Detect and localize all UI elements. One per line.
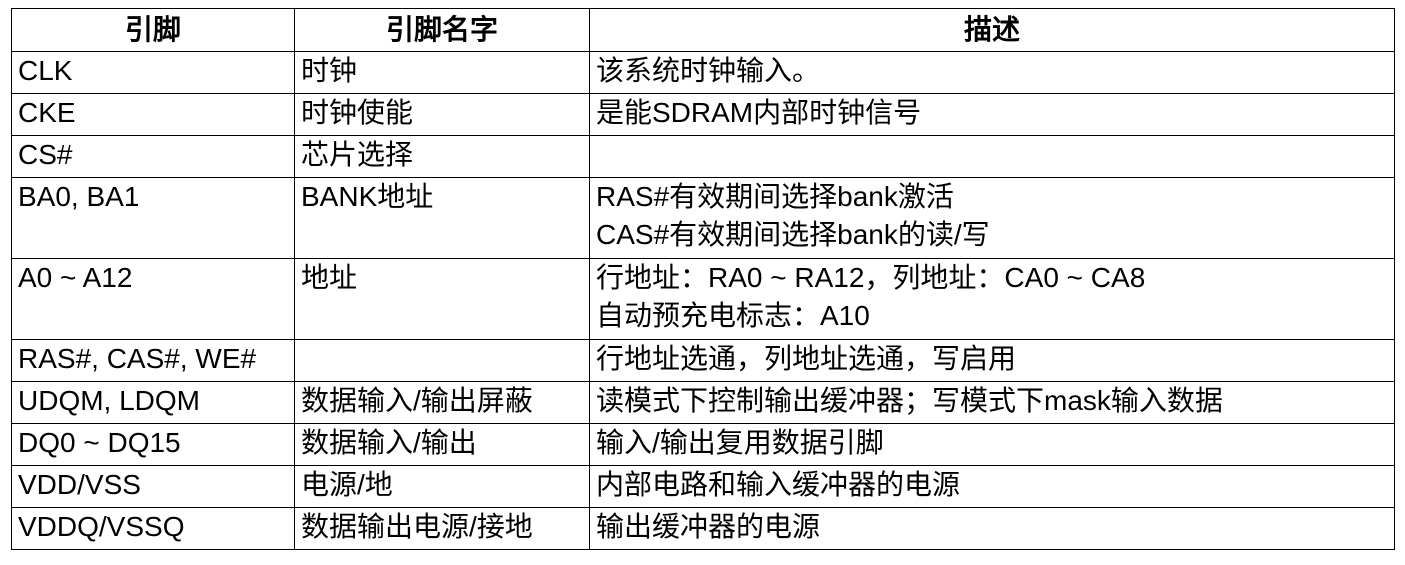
description-cell: 输入/输出复用数据引脚 <box>589 423 1395 466</box>
table-row: CKE 时钟使能 是能SDRAM内部时钟信号 <box>11 93 1395 136</box>
header-pin: 引脚 <box>11 8 295 52</box>
description-line: 行地址：RA0 ~ RA12，列地址：CA0 ~ CA8 <box>596 262 1146 293</box>
pin-cell: BA0, BA1 <box>11 177 295 259</box>
pin-name-cell: BANK地址 <box>294 177 590 259</box>
description-cell: 该系统时钟输入。 <box>589 51 1395 94</box>
table-row: VDDQ/VSSQ 数据输出电源/接地 输出缓冲器的电源 <box>11 507 1395 550</box>
table-row: VDD/VSS 电源/地 内部电路和输入缓冲器的电源 <box>11 465 1395 508</box>
description-line: 行地址选通，列地址选通，写启用 <box>596 343 1017 374</box>
table-body: CLK 时钟 该系统时钟输入。 CKE 时钟使能 是能SDRAM内部时钟信号 C… <box>11 51 1395 550</box>
pin-cell: A0 ~ A12 <box>11 258 295 340</box>
description-line: 自动预充电标志：A10 <box>596 300 870 331</box>
table-header: 引脚 引脚名字 描述 <box>11 8 1395 52</box>
description-cell: 读模式下控制输出缓冲器；写模式下mask输入数据 <box>589 381 1395 424</box>
pin-description-table: 引脚 引脚名字 描述 CLK 时钟 该系统时钟输入。 CKE 时钟使能 是能SD… <box>11 8 1395 550</box>
table-row: DQ0 ~ DQ15 数据输入/输出 输入/输出复用数据引脚 <box>11 423 1395 466</box>
description-cell: 内部电路和输入缓冲器的电源 <box>589 465 1395 508</box>
description-cell: 行地址选通，列地址选通，写启用 <box>589 339 1395 382</box>
description-line: 是能SDRAM内部时钟信号 <box>596 97 922 128</box>
pin-name-cell: 数据输出电源/接地 <box>294 507 590 550</box>
table-row: A0 ~ A12 地址 行地址：RA0 ~ RA12，列地址：CA0 ~ CA8… <box>11 258 1395 340</box>
pin-name-cell: 芯片选择 <box>294 135 590 178</box>
header-description: 描述 <box>589 8 1395 52</box>
table-row: BA0, BA1 BANK地址 RAS#有效期间选择bank激活 CAS#有效期… <box>11 177 1395 259</box>
table-row: CS# 芯片选择 <box>11 135 1395 178</box>
header-row: 引脚 引脚名字 描述 <box>11 8 1395 52</box>
description-cell: 输出缓冲器的电源 <box>589 507 1395 550</box>
pin-cell: DQ0 ~ DQ15 <box>11 423 295 466</box>
pin-name-cell: 时钟使能 <box>294 93 590 136</box>
description-line: 该系统时钟输入。 <box>596 55 821 86</box>
description-cell: 是能SDRAM内部时钟信号 <box>589 93 1395 136</box>
description-cell <box>589 135 1395 178</box>
table-row: CLK 时钟 该系统时钟输入。 <box>11 51 1395 94</box>
description-cell: 行地址：RA0 ~ RA12，列地址：CA0 ~ CA8 自动预充电标志：A10 <box>589 258 1395 340</box>
pin-name-cell <box>294 339 590 382</box>
description-cell: RAS#有效期间选择bank激活 CAS#有效期间选择bank的读/写 <box>589 177 1395 259</box>
pin-cell: CS# <box>11 135 295 178</box>
description-line: 读模式下控制输出缓冲器；写模式下mask输入数据 <box>596 385 1223 416</box>
pin-name-cell: 地址 <box>294 258 590 340</box>
pin-name-cell: 数据输入/输出 <box>294 423 590 466</box>
pin-cell: CLK <box>11 51 295 94</box>
pin-cell: UDQM, LDQM <box>11 381 295 424</box>
pin-name-cell: 数据输入/输出屏蔽 <box>294 381 590 424</box>
pin-cell: RAS#, CAS#, WE# <box>11 339 295 382</box>
table-row: UDQM, LDQM 数据输入/输出屏蔽 读模式下控制输出缓冲器；写模式下mas… <box>11 381 1395 424</box>
table-row: RAS#, CAS#, WE# 行地址选通，列地址选通，写启用 <box>11 339 1395 382</box>
description-line: 内部电路和输入缓冲器的电源 <box>596 469 961 500</box>
description-line: 输入/输出复用数据引脚 <box>596 427 884 458</box>
pin-cell: CKE <box>11 93 295 136</box>
description-line: CAS#有效期间选择bank的读/写 <box>596 219 990 250</box>
pin-name-cell: 电源/地 <box>294 465 590 508</box>
pin-cell: VDDQ/VSSQ <box>11 507 295 550</box>
pin-cell: VDD/VSS <box>11 465 295 508</box>
description-line: RAS#有效期间选择bank激活 <box>596 181 954 212</box>
description-line: 输出缓冲器的电源 <box>596 511 821 542</box>
header-pin-name: 引脚名字 <box>294 8 590 52</box>
pin-name-cell: 时钟 <box>294 51 590 94</box>
